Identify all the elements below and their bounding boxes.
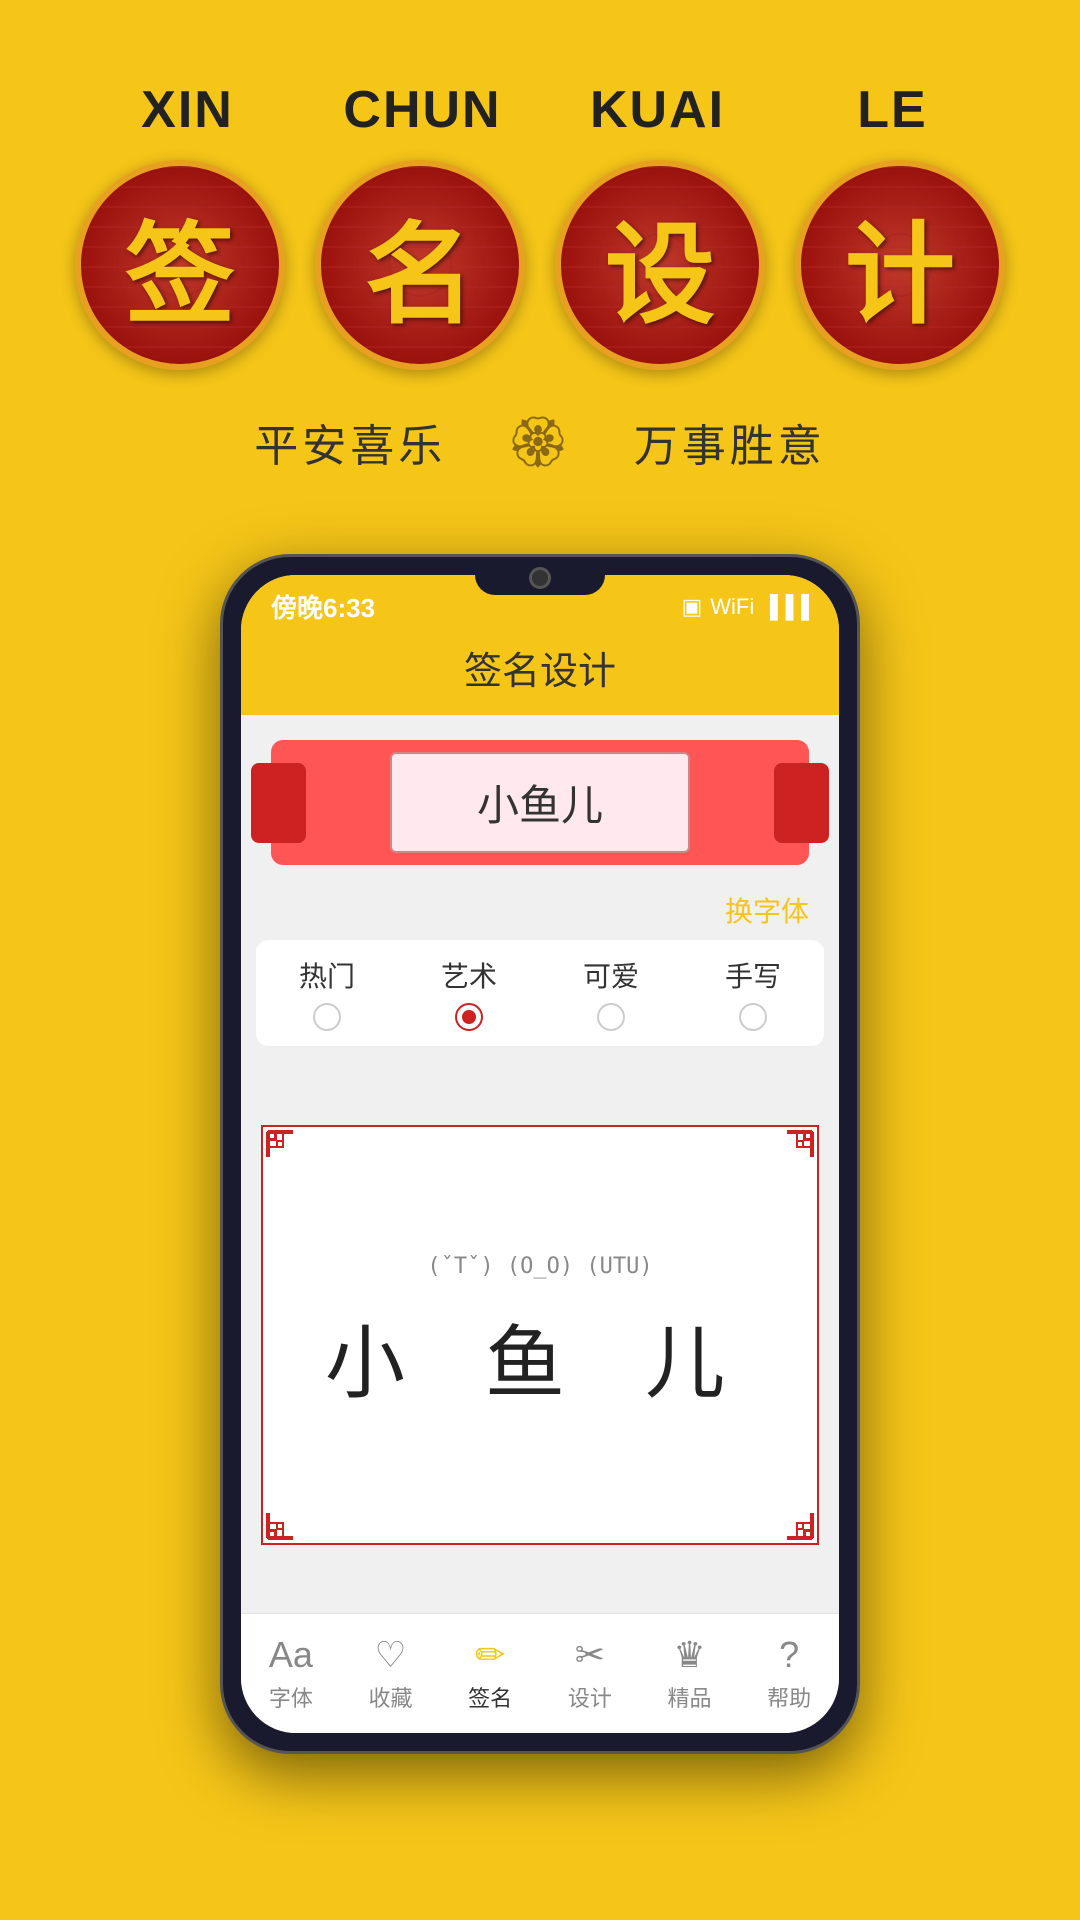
- seal-char-3: 计: [845, 185, 955, 345]
- tab-handwrite-label: 手写: [725, 955, 781, 995]
- nav-design-label: 设计: [568, 1681, 612, 1713]
- phone-wrapper: 傍晚6:33 ▣ WiFi ▐▐▐ 签名设计 小鱼儿: [0, 554, 1080, 1754]
- font-icon: Aa: [269, 1634, 313, 1676]
- phone-mockup: 傍晚6:33 ▣ WiFi ▐▐▐ 签名设计 小鱼儿: [220, 554, 860, 1754]
- nav-premium-label: 精品: [667, 1681, 711, 1713]
- tab-cute[interactable]: 可爱: [583, 955, 639, 1031]
- right-blessing: 万事胜意: [634, 410, 826, 474]
- tab-hot[interactable]: 热门: [299, 955, 355, 1031]
- tab-cute-label: 可爱: [583, 955, 639, 995]
- corner-br-decoration: [747, 1473, 817, 1543]
- battery-icon: ▣: [681, 594, 702, 620]
- bottom-text-row: 平安喜乐 🏵 万事胜意: [254, 410, 825, 474]
- seal-circle-3: 计: [795, 160, 1005, 370]
- tab-art[interactable]: 艺术: [441, 955, 497, 1031]
- app-title: 签名设计: [464, 651, 616, 693]
- seal-char-0: 签: [125, 185, 235, 345]
- app-content: 小鱼儿 换字体 热门 艺术: [241, 715, 839, 1613]
- preview-name: 小 鱼 儿: [325, 1299, 755, 1415]
- tab-art-indicator: [455, 1003, 483, 1031]
- seal-char-1: 名: [365, 185, 475, 345]
- tab-hot-indicator: [313, 1003, 341, 1031]
- heart-icon: ♡: [374, 1634, 406, 1676]
- corner-tr-decoration: [747, 1127, 817, 1197]
- nav-signature-label: 签名: [468, 1681, 512, 1713]
- phone-camera: [529, 567, 551, 589]
- nav-favorites-label: 收藏: [369, 1681, 413, 1713]
- top-section: XIN CHUN KUAI LE 签 名 设 计 平安喜乐 🏵 万事胜意: [0, 0, 1080, 514]
- scroll-banner: 小鱼儿: [271, 740, 809, 865]
- pinyin-chun: CHUN: [335, 80, 510, 140]
- bottom-nav: Aa 字体 ♡ 收藏 ✏ 签名 ✂ 设计 ♛ 精品: [241, 1613, 839, 1733]
- pinyin-xin: XIN: [100, 80, 275, 140]
- nav-font-label: 字体: [269, 1681, 313, 1713]
- phone-screen: 傍晚6:33 ▣ WiFi ▐▐▐ 签名设计 小鱼儿: [241, 575, 839, 1733]
- app-header: 签名设计: [241, 630, 839, 715]
- tab-handwrite[interactable]: 手写: [725, 955, 781, 1031]
- seal-circle-2: 设: [555, 160, 765, 370]
- change-font-row: 换字体: [241, 880, 839, 940]
- crown-icon: ♛: [673, 1634, 705, 1676]
- status-icons: ▣ WiFi ▐▐▐: [681, 594, 809, 620]
- left-blessing: 平安喜乐: [254, 410, 446, 474]
- nav-help-label: 帮助: [767, 1681, 811, 1713]
- nav-design[interactable]: ✂ 设计: [568, 1634, 612, 1713]
- preview-annotation: (ˇTˇ) (O_O) (UTU): [427, 1254, 652, 1279]
- nav-premium[interactable]: ♛ 精品: [667, 1634, 711, 1713]
- nav-help[interactable]: ? 帮助: [767, 1634, 811, 1713]
- tab-handwrite-indicator: [739, 1003, 767, 1031]
- help-icon: ?: [779, 1634, 799, 1676]
- nav-signature[interactable]: ✏ 签名: [468, 1634, 512, 1713]
- preview-box: (ˇTˇ) (O_O) (UTU) 小 鱼 儿: [261, 1125, 819, 1545]
- corner-bl-decoration: [263, 1473, 333, 1543]
- scroll-banner-wrapper: 小鱼儿: [241, 715, 839, 880]
- seal-circles-row: 签 名 设 计: [75, 160, 1005, 370]
- status-time: 傍晚6:33: [271, 588, 375, 625]
- pinyin-row: XIN CHUN KUAI LE: [40, 80, 1040, 140]
- style-tabs: 热门 艺术 可爱 手写: [256, 940, 824, 1046]
- nav-favorites[interactable]: ♡ 收藏: [369, 1634, 413, 1713]
- seal-char-2: 设: [605, 185, 715, 345]
- tab-cute-indicator: [597, 1003, 625, 1031]
- corner-tl-decoration: [263, 1127, 333, 1197]
- tab-art-label: 艺术: [441, 955, 497, 995]
- pinyin-le: LE: [805, 80, 980, 140]
- signal-icon: ▐▐▐: [762, 594, 809, 620]
- seal-circle-0: 签: [75, 160, 285, 370]
- seal-circle-1: 名: [315, 160, 525, 370]
- scroll-name: 小鱼儿: [477, 782, 603, 829]
- preview-area: (ˇTˇ) (O_O) (UTU) 小 鱼 儿: [241, 1056, 839, 1613]
- lotus-icon: 🏵: [506, 413, 573, 472]
- signature-icon: ✏: [475, 1634, 505, 1676]
- change-font-button[interactable]: 换字体: [725, 890, 809, 930]
- tab-hot-label: 热门: [299, 955, 355, 995]
- wifi-icon: WiFi: [710, 594, 754, 620]
- pinyin-kuai: KUAI: [570, 80, 745, 140]
- scissors-icon: ✂: [575, 1634, 605, 1676]
- nav-font[interactable]: Aa 字体: [269, 1634, 313, 1713]
- scroll-inner: 小鱼儿: [390, 752, 690, 853]
